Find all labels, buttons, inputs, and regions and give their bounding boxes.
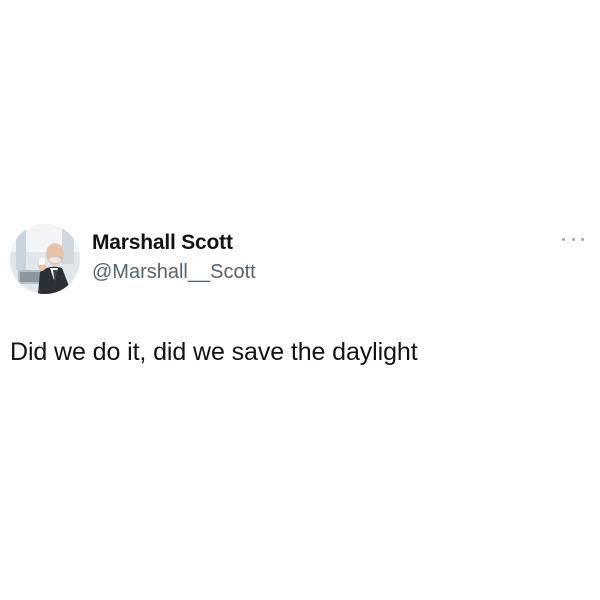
author-display-name[interactable]: Marshall Scott [92, 230, 256, 256]
avatar-photo-icon [10, 224, 80, 294]
author-handle[interactable]: @Marshall__Scott [92, 258, 256, 286]
tweet-text: Did we do it, did we save the daylight [10, 338, 418, 366]
author-names: Marshall Scott @Marshall__Scott [92, 230, 256, 286]
page: Marshall Scott @Marshall__Scott Did we d… [0, 0, 600, 600]
more-options-button[interactable] [562, 232, 584, 246]
avatar[interactable] [10, 224, 80, 294]
more-horizontal-icon-dot [581, 237, 584, 241]
more-horizontal-icon-dot [571, 237, 575, 241]
tweet[interactable]: Marshall Scott @Marshall__Scott Did we d… [0, 222, 600, 382]
tweet-header: Marshall Scott @Marshall__Scott [10, 222, 590, 294]
more-horizontal-icon [562, 237, 565, 241]
